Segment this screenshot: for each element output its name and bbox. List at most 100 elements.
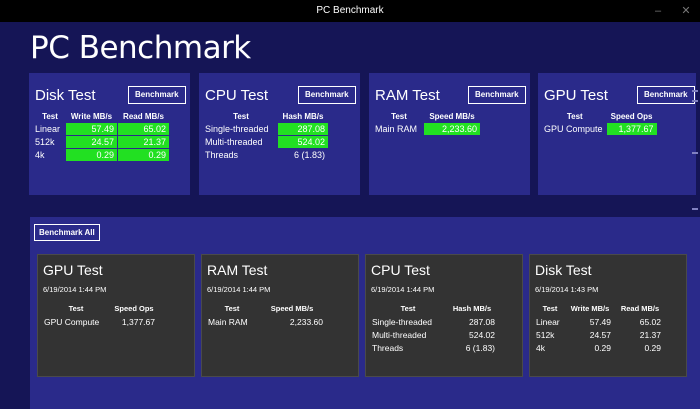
test-name: Threads <box>205 150 239 160</box>
table-row: Multi-threaded 524.02 <box>205 136 328 148</box>
ram-results-table: Test Speed MB/s Main RAM 2,233.60 <box>374 109 481 136</box>
ram-history-card: RAM Test 6/19/2014 1:44 PM Test Speed MB… <box>201 254 359 377</box>
disk-test-title: Disk Test <box>35 87 96 104</box>
column-header: Hash MB/s <box>452 304 492 313</box>
read-speed-value: 0.29 <box>118 149 169 161</box>
test-name: Linear <box>536 316 560 327</box>
test-name: Main RAM <box>208 316 248 327</box>
table-row: 4k 0.29 0.29 <box>35 149 169 161</box>
cpu-test-title: CPU Test <box>205 87 269 104</box>
benchmark-all-button[interactable]: Benchmark All <box>34 224 100 241</box>
ram-history-table: Test Speed MB/s Main RAM 2,233.60 <box>207 302 327 328</box>
table-row: Linear 57.49 65.02 <box>535 315 665 328</box>
table-row: 4k 0.29 0.29 <box>535 341 665 354</box>
cpu-benchmark-button[interactable]: Benchmark <box>298 86 356 104</box>
gpu-history-date: 6/19/2014 1:44 PM <box>43 285 107 294</box>
disk-history-card: Disk Test 6/19/2014 1:43 PM Test Write M… <box>529 254 687 377</box>
column-header: Test <box>233 111 249 121</box>
ram-history-date: 6/19/2014 1:44 PM <box>207 285 271 294</box>
gpu-test-title: GPU Test <box>544 87 608 104</box>
app-title: PC Benchmark <box>30 30 251 66</box>
table-header-row: Test Speed MB/s <box>375 110 480 122</box>
test-name: 4k <box>536 342 545 353</box>
table-row: Multi-threaded 524.02 <box>371 328 499 341</box>
cpu-results-table: Test Hash MB/s Single-threaded 287.08 Mu… <box>204 109 329 162</box>
gpu-history-card: GPU Test 6/19/2014 1:44 PM Test Speed Op… <box>37 254 195 377</box>
table-row: GPU Compute 1,377.67 <box>43 315 159 328</box>
ram-test-tile: RAM Test Benchmark Test Speed MB/s Main … <box>369 73 530 195</box>
disk-benchmark-button[interactable]: Benchmark <box>128 86 186 104</box>
cpu-test-tile: CPU Test Benchmark Test Hash MB/s Single… <box>199 73 360 195</box>
hash-speed-value: 287.08 <box>278 123 328 135</box>
write-speed-value: 0.29 <box>66 149 117 161</box>
read-speed-value: 21.37 <box>118 136 169 148</box>
table-header-row: Test Speed Ops <box>544 110 657 122</box>
cpu-history-title: CPU Test <box>371 262 430 278</box>
test-name: Threads <box>372 342 404 353</box>
test-name: Multi-threaded <box>372 329 427 340</box>
thread-count-value: 6 (1.83) <box>465 342 495 353</box>
gpu-benchmark-button[interactable]: Benchmark <box>637 86 695 104</box>
column-header: Test <box>391 111 407 121</box>
test-name: Single-threaded <box>372 316 433 327</box>
table-header-row: Test Write MB/s Read MB/s <box>535 302 665 315</box>
table-row: Single-threaded 287.08 <box>205 123 328 135</box>
column-header: Write MB/s <box>70 111 113 121</box>
hash-speed-value: 524.02 <box>278 136 328 148</box>
table-row: Threads 6 (1.83) <box>205 149 328 161</box>
disk-history-table: Test Write MB/s Read MB/s Linear 57.49 6… <box>535 302 665 354</box>
test-name: Single-threaded <box>205 124 269 134</box>
gpu-results-table: Test Speed Ops GPU Compute 1,377.67 <box>543 109 658 136</box>
column-header: Test <box>68 304 84 313</box>
column-header: Test <box>400 304 416 313</box>
table-row: Threads 6 (1.83) <box>371 341 499 354</box>
read-speed-value: 65.02 <box>639 316 661 327</box>
read-speed-value: 21.37 <box>639 329 661 340</box>
test-name: 4k <box>35 150 45 160</box>
ram-speed-value: 2,233.60 <box>289 316 323 327</box>
table-row: 512k 24.57 21.37 <box>35 136 169 148</box>
table-row: Single-threaded 287.08 <box>371 315 499 328</box>
ram-benchmark-button[interactable]: Benchmark <box>468 86 526 104</box>
gpu-history-table: Test Speed Ops GPU Compute 1,377.67 <box>43 302 159 328</box>
window-titlebar: PC Benchmark – ✕ <box>0 0 700 22</box>
write-speed-value: 24.57 <box>66 136 117 148</box>
gpu-history-title: GPU Test <box>43 262 103 278</box>
test-name: GPU Compute <box>544 124 603 134</box>
thread-count-value: 6 (1.83) <box>293 150 325 160</box>
minimize-icon[interactable]: – <box>644 0 672 22</box>
close-icon[interactable]: ✕ <box>672 0 700 22</box>
column-header: Speed MB/s <box>429 111 475 121</box>
read-speed-value: 0.29 <box>644 342 661 353</box>
table-row: GPU Compute 1,377.67 <box>544 123 657 135</box>
column-header: Test <box>542 304 558 313</box>
hash-speed-value: 287.08 <box>469 316 495 327</box>
ram-history-title: RAM Test <box>207 262 268 278</box>
gpu-speed-value: 1,377.67 <box>606 123 657 135</box>
column-header: Hash MB/s <box>282 111 324 121</box>
cpu-history-card: CPU Test 6/19/2014 1:44 PM Test Hash MB/… <box>365 254 523 377</box>
cpu-history-table: Test Hash MB/s Single-threaded 287.08 Mu… <box>371 302 499 354</box>
gpu-speed-value: 1,377.67 <box>121 316 155 327</box>
column-header: Test <box>224 304 240 313</box>
disk-history-title: Disk Test <box>535 262 592 278</box>
disk-results-table: Test Write MB/s Read MB/s Linear 57.49 6… <box>34 109 170 162</box>
write-speed-value: 57.49 <box>589 316 611 327</box>
table-row: Linear 57.49 65.02 <box>35 123 169 135</box>
column-header: Read MB/s <box>123 111 164 121</box>
write-speed-value: 57.49 <box>66 123 117 135</box>
table-header-row: Test Speed MB/s <box>207 302 327 315</box>
table-header-row: Test Speed Ops <box>43 302 159 315</box>
test-name: 512k <box>35 137 55 147</box>
test-name: GPU Compute <box>44 316 100 327</box>
ram-test-title: RAM Test <box>375 87 440 104</box>
table-header-row: Test Write MB/s Read MB/s <box>35 110 169 122</box>
table-row: Main RAM 2,233.60 <box>207 315 327 328</box>
write-speed-value: 24.57 <box>589 329 611 340</box>
hash-speed-value: 524.02 <box>469 329 495 340</box>
test-name: Main RAM <box>375 124 418 134</box>
table-header-row: Test Hash MB/s <box>371 302 499 315</box>
table-row: Main RAM 2,233.60 <box>375 123 480 135</box>
disk-history-date: 6/19/2014 1:43 PM <box>535 285 599 294</box>
column-header: Speed Ops <box>114 304 154 313</box>
